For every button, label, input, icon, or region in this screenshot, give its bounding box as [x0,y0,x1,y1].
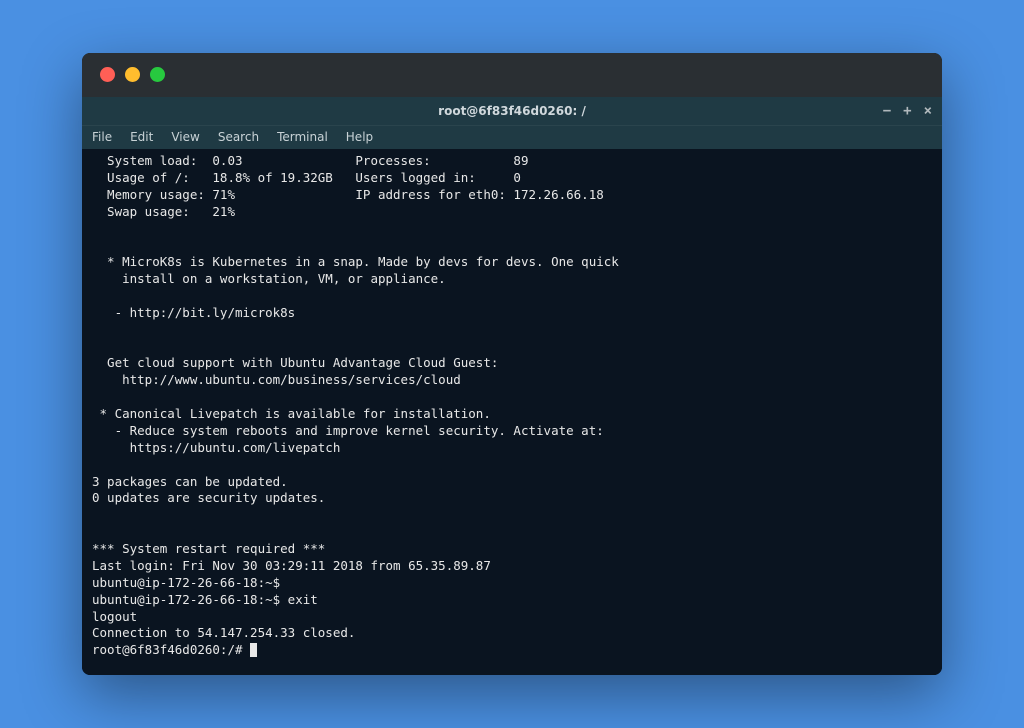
window-title: root@6f83f46d0260: / [438,104,586,118]
menu-edit[interactable]: Edit [130,130,153,144]
window-close-button[interactable]: × [924,104,932,118]
cursor-icon [250,643,257,657]
menu-help[interactable]: Help [346,130,373,144]
window-controls: − + × [883,104,932,118]
terminal-window: root@6f83f46d0260: / − + × File Edit Vie… [82,53,942,675]
minimize-icon[interactable] [125,67,140,82]
menu-search[interactable]: Search [218,130,259,144]
window-minimize-button[interactable]: − [883,104,891,118]
close-icon[interactable] [100,67,115,82]
menu-terminal[interactable]: Terminal [277,130,328,144]
terminal-output: System load: 0.03 Processes: 89 Usage of… [92,153,619,657]
menu-bar: File Edit View Search Terminal Help [82,125,942,149]
maximize-icon[interactable] [150,67,165,82]
menu-file[interactable]: File [92,130,112,144]
mac-titlebar [82,53,942,97]
menu-view[interactable]: View [171,130,199,144]
terminal-body[interactable]: System load: 0.03 Processes: 89 Usage of… [82,149,942,675]
window-titlebar: root@6f83f46d0260: / − + × [82,97,942,125]
window-maximize-button[interactable]: + [903,104,911,118]
